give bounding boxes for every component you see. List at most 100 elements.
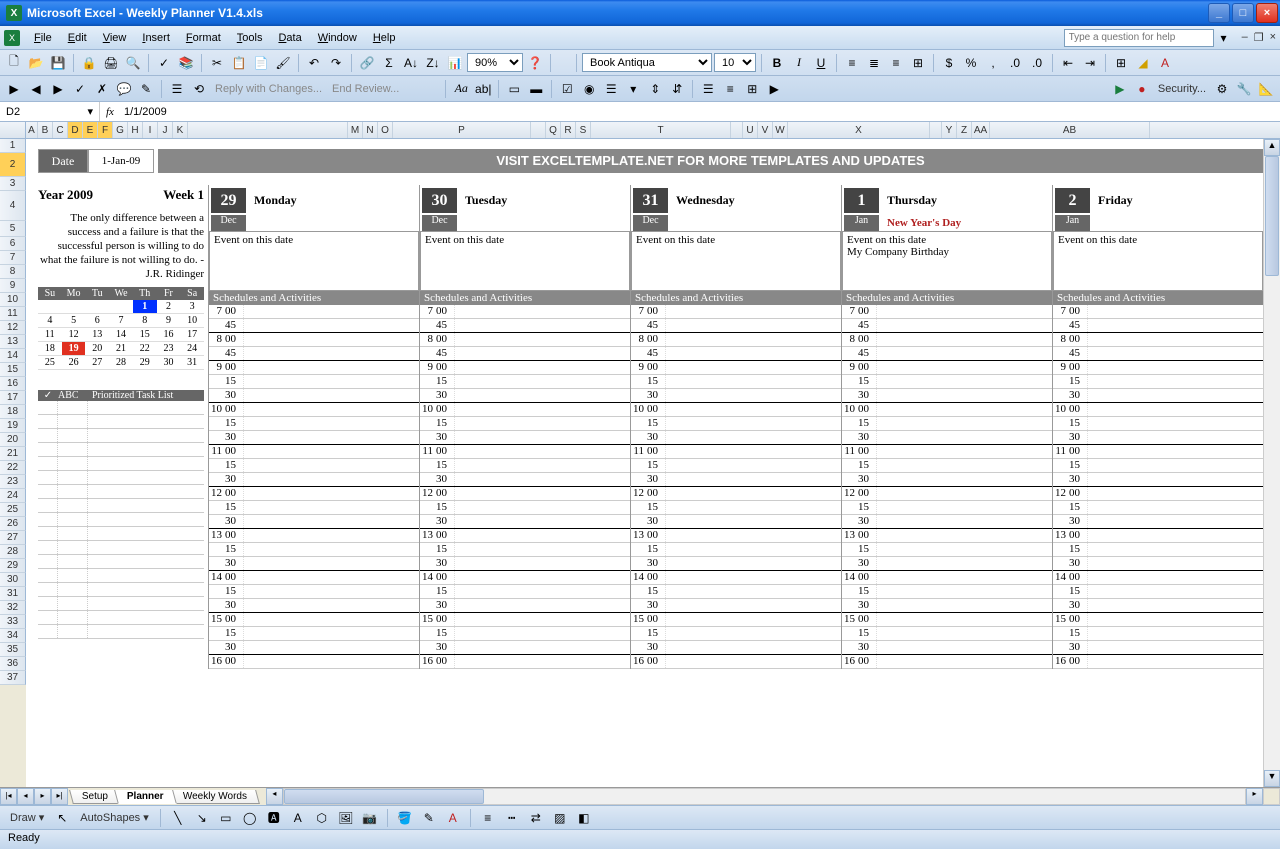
picture-icon[interactable]: 📷 <box>360 808 380 828</box>
row-header-16[interactable]: 16 <box>0 377 26 391</box>
schedule-row[interactable]: 1600 <box>842 655 1052 669</box>
cal-day[interactable]: 24 <box>180 342 204 356</box>
schedule-row[interactable]: 30 <box>842 599 1052 613</box>
schedule-row[interactable]: 15 <box>631 543 841 557</box>
sort-asc-button[interactable]: A↓ <box>401 53 421 73</box>
col-header-N[interactable]: N <box>363 122 378 138</box>
schedule-row[interactable]: 15 <box>420 501 630 515</box>
schedule-row[interactable]: 45 <box>631 319 841 333</box>
schedule-row[interactable]: 800 <box>631 333 841 347</box>
help-button[interactable]: ❓ <box>525 53 545 73</box>
col-header-U[interactable]: U <box>743 122 758 138</box>
open-button[interactable]: 📂 <box>26 53 46 73</box>
cal-day[interactable]: 5 <box>62 314 86 328</box>
schedule-row[interactable]: 45 <box>1053 319 1263 333</box>
schedule-row[interactable]: 30 <box>631 515 841 529</box>
print-button[interactable]: 🖨 <box>101 53 121 73</box>
schedule-row[interactable]: 30 <box>842 641 1052 655</box>
col-header-AA[interactable]: AA <box>972 122 990 138</box>
draw-menu[interactable]: Draw ▾ <box>6 811 48 824</box>
chart-button[interactable]: 📊 <box>445 53 465 73</box>
schedule-row[interactable]: 30 <box>1053 599 1263 613</box>
scroll-right-button[interactable]: ▸ <box>1246 788 1263 805</box>
task-row[interactable] <box>38 471 204 485</box>
tab-next-button[interactable]: ▸ <box>34 788 51 805</box>
col-header-E[interactable]: E <box>83 122 98 138</box>
dash-style-button[interactable]: ┅ <box>502 808 522 828</box>
menu-window[interactable]: Window <box>310 29 365 47</box>
col-header-G[interactable]: G <box>113 122 128 138</box>
col-header-T[interactable]: T <box>591 122 731 138</box>
schedule-row[interactable]: 30 <box>420 515 630 529</box>
schedule-row[interactable]: 1600 <box>209 655 419 669</box>
forms-combo-icon[interactable]: ▾ <box>623 79 643 99</box>
cal-day[interactable]: 22 <box>133 342 157 356</box>
schedule-row[interactable]: 30 <box>631 431 841 445</box>
date-input-cell[interactable]: 1-Jan-09 <box>88 149 154 173</box>
schedule-row[interactable]: 1500 <box>631 613 841 627</box>
schedule-row[interactable]: 1300 <box>842 529 1052 543</box>
cal-day[interactable]: 27 <box>85 356 109 370</box>
row-header-29[interactable]: 29 <box>0 559 26 573</box>
schedule-row[interactable]: 15 <box>631 459 841 473</box>
col-header-blank[interactable] <box>188 122 348 138</box>
reviewing-comment-button[interactable]: 💬 <box>114 79 134 99</box>
menu-insert[interactable]: Insert <box>134 29 178 47</box>
task-row[interactable] <box>38 429 204 443</box>
reviewing-accept-button[interactable]: ✓ <box>70 79 90 99</box>
schedule-row[interactable]: 1300 <box>209 529 419 543</box>
forms-run-icon[interactable]: ▶ <box>764 79 784 99</box>
select-objects-button[interactable]: ↖ <box>52 808 72 828</box>
col-header-M[interactable]: M <box>348 122 363 138</box>
task-row[interactable] <box>38 597 204 611</box>
schedule-row[interactable]: 15 <box>209 459 419 473</box>
cal-day[interactable]: 21 <box>109 342 133 356</box>
name-box-dropdown-icon[interactable]: ▾ <box>87 105 93 118</box>
forms-scroll-icon[interactable]: ⇕ <box>645 79 665 99</box>
cal-day[interactable]: 19 <box>62 342 86 356</box>
schedule-row[interactable]: 900 <box>1053 361 1263 375</box>
scroll-up-button[interactable]: ▲ <box>1264 139 1280 156</box>
cal-day[interactable]: 3 <box>180 300 204 314</box>
cal-day[interactable] <box>85 300 109 314</box>
3d-button[interactable]: ◧ <box>574 808 594 828</box>
schedule-row[interactable]: 1100 <box>420 445 630 459</box>
col-header-Y[interactable]: Y <box>942 122 957 138</box>
schedule-row[interactable]: 15 <box>631 375 841 389</box>
schedule-row[interactable]: 30 <box>631 389 841 403</box>
row-header-26[interactable]: 26 <box>0 517 26 531</box>
col-header-X[interactable]: X <box>788 122 930 138</box>
schedule-row[interactable]: 45 <box>1053 347 1263 361</box>
line-color-button[interactable]: ✎ <box>419 808 439 828</box>
horizontal-scrollbar[interactable]: ◂ ▸ <box>266 788 1263 805</box>
menu-file[interactable]: File <box>26 29 60 47</box>
align-right-button[interactable]: ≡ <box>886 53 906 73</box>
cal-day[interactable]: 9 <box>157 314 181 328</box>
cal-day[interactable]: 12 <box>62 328 86 342</box>
schedule-row[interactable]: 15 <box>1053 543 1263 557</box>
scroll-left-button[interactable]: ◂ <box>266 788 283 805</box>
reviewing-reject-button[interactable]: ✗ <box>92 79 112 99</box>
schedule-row[interactable]: 15 <box>631 627 841 641</box>
schedule-row[interactable]: 1400 <box>420 571 630 585</box>
schedule-row[interactable]: 1100 <box>209 445 419 459</box>
line-tool-icon[interactable]: ╲ <box>168 808 188 828</box>
reviewing-ink-button[interactable]: ✎ <box>136 79 156 99</box>
task-row[interactable] <box>38 625 204 639</box>
schedule-row[interactable]: 30 <box>842 473 1052 487</box>
schedule-row[interactable]: 15 <box>420 543 630 557</box>
schedule-row[interactable]: 15 <box>209 627 419 641</box>
font-size-select[interactable]: 10 <box>714 53 756 72</box>
help-search-input[interactable] <box>1064 29 1214 47</box>
schedule-row[interactable]: 15 <box>631 417 841 431</box>
schedule-row[interactable]: 15 <box>842 501 1052 515</box>
menu-help[interactable]: Help <box>365 29 404 47</box>
schedule-row[interactable]: 1500 <box>1053 613 1263 627</box>
schedule-row[interactable]: 1300 <box>1053 529 1263 543</box>
task-row[interactable] <box>38 401 204 415</box>
row-header-22[interactable]: 22 <box>0 461 26 475</box>
menu-view[interactable]: View <box>95 29 135 47</box>
formula-input[interactable] <box>120 106 1280 118</box>
row-header-33[interactable]: 33 <box>0 615 26 629</box>
schedule-row[interactable]: 45 <box>631 347 841 361</box>
